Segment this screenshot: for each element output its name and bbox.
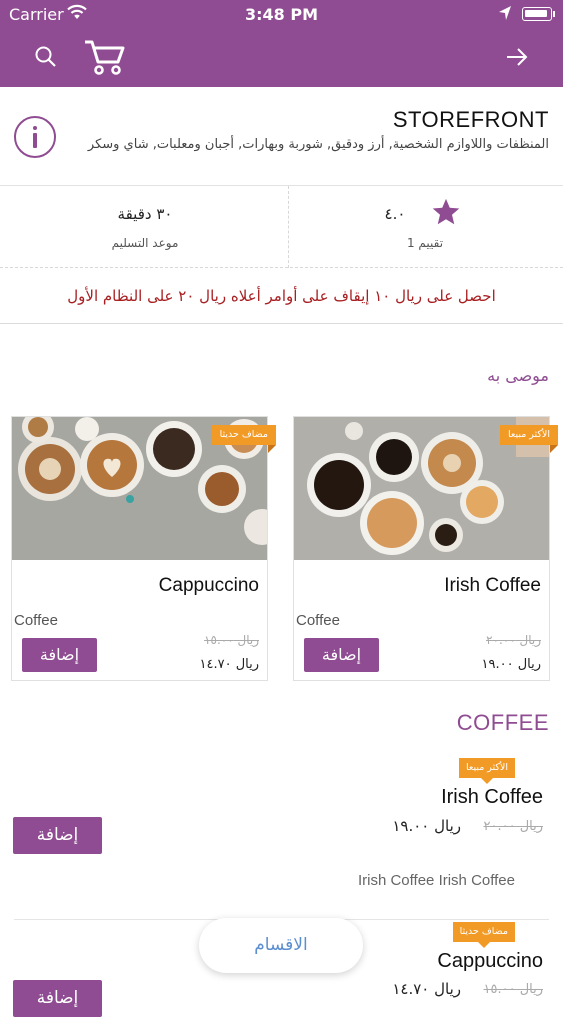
product-name: Irish Coffee [444, 575, 541, 596]
delivery-time-value: ٣٠ دقيقة [117, 205, 173, 223]
arrow-right-icon[interactable] [505, 47, 529, 67]
product-category: Coffee [14, 612, 58, 629]
list-item-name: Cappuccino [437, 950, 543, 972]
search-icon[interactable] [34, 45, 58, 69]
store-stats [0, 186, 563, 268]
store-name: STOREFRONT [392, 107, 549, 132]
rating-count: 1 تقييم [406, 236, 444, 250]
nav-bar [0, 30, 563, 87]
battery-icon [522, 7, 552, 21]
list-item-price: ريال ١٤.٧٠ [392, 980, 461, 998]
stats-divider [288, 186, 289, 268]
bestseller-badge: الأكثر مبيعا [499, 425, 559, 453]
product-price: ريال ١٤.٧٠ [199, 657, 260, 672]
product-name: Cappuccino [158, 575, 259, 596]
battery-tip [553, 11, 555, 17]
new-badge: مضاف حديثا [211, 425, 277, 453]
add-to-cart-button[interactable]: إضافة [13, 817, 102, 854]
status-bar: Carrier 3:48 PM [0, 0, 563, 30]
product-category: Coffee [296, 612, 340, 629]
add-to-cart-button[interactable]: إضافة [22, 638, 97, 672]
rating-value: ٤.٠ [384, 205, 406, 223]
product-card-cappuccino[interactable]: مضاف حديثا Cappuccino Coffee ريال ١٥.٠٠ … [11, 416, 277, 681]
categories-button[interactable]: الاقسام [199, 918, 363, 973]
status-time: 3:48 PM [244, 5, 318, 24]
add-to-cart-button[interactable]: إضافة [13, 980, 102, 1017]
list-item-old-price: ريال ١٥.٠٠ [483, 982, 544, 997]
product-old-price: ريال ١٥.٠٠ [204, 633, 259, 647]
location-arrow-icon [499, 6, 511, 20]
product-old-price: ريال ٢٠.٠٠ [486, 633, 541, 647]
bestseller-badge: الأكثر مبيعا [458, 758, 515, 784]
list-item-old-price: ريال ٢٠.٠٠ [483, 819, 544, 834]
recommended-title: موصى به [487, 366, 549, 385]
store-categories: المنظفات واللاوازم الشخصية, أرز ودقيق, ش… [87, 137, 549, 152]
product-card-irish-coffee[interactable]: الأكثر مبيعا Irish Coffee Coffee ريال ٢٠… [293, 416, 559, 681]
cart-icon[interactable] [83, 38, 125, 76]
list-item-price: ريال ١٩.٠٠ [392, 817, 461, 835]
product-price: ريال ١٩.٠٠ [481, 657, 542, 672]
list-item-description: Irish Coffee Irish Coffee [357, 872, 515, 889]
new-badge: مضاف حديثا [452, 922, 515, 948]
promo-banner: احصل على ريال ١٠ إيقاف على أوامر أعلاه ر… [0, 268, 563, 324]
add-to-cart-button[interactable]: إضافة [304, 638, 379, 672]
star-icon [432, 198, 460, 225]
list-item-name: Irish Coffee [441, 786, 543, 808]
promo-text: احصل على ريال ١٠ إيقاف على أوامر أعلاه ر… [67, 287, 496, 305]
delivery-time-label: موعد التسليم [111, 236, 179, 250]
info-icon[interactable] [14, 116, 56, 158]
coffee-section-title: COFFEE [456, 710, 549, 735]
